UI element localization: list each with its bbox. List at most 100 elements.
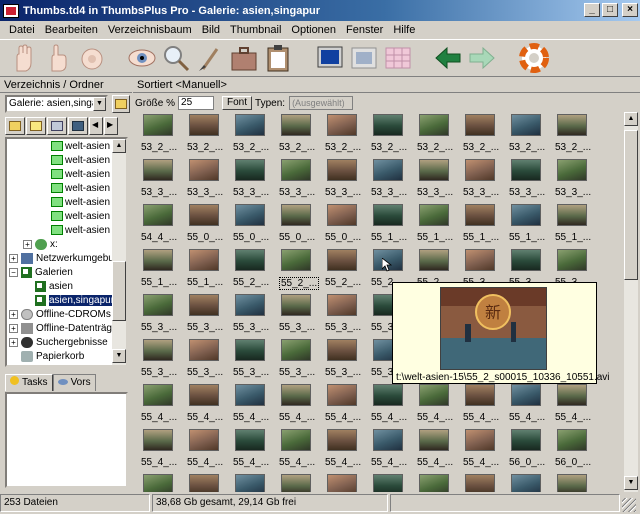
thumbnail-item[interactable]: 53_3_...	[417, 159, 463, 204]
eye-icon[interactable]	[126, 42, 158, 74]
thumbnail-item[interactable]: 55_1_...	[509, 204, 555, 249]
thumbnail-item[interactable]: 55_3_...	[233, 339, 279, 384]
thumbnail-item[interactable]: 53_3_...	[509, 159, 555, 204]
thumbnail-item[interactable]: 53_3_...	[463, 159, 509, 204]
tree-item-offline-disks[interactable]: + Offline-Datenträger	[9, 322, 121, 335]
scroll-down-button[interactable]: ▼	[112, 349, 126, 363]
menu-bearbeiten[interactable]: Bearbeiten	[40, 24, 103, 36]
thumbnail-item[interactable]: 53_2_...	[371, 114, 417, 159]
computer-icon[interactable]	[47, 117, 67, 135]
tab-tasks[interactable]: Tasks	[5, 374, 53, 391]
thumbnail-item[interactable]: 53_2_...	[463, 114, 509, 159]
tree-item-recycle-bin[interactable]: Papierkorb	[21, 350, 84, 363]
scroll-thumb[interactable]	[112, 261, 126, 321]
tree-item-gallery-asien-singapur[interactable]: asien,singapur	[35, 294, 115, 307]
thumbnail-item[interactable]: 55_3_...	[141, 294, 187, 339]
title-bar[interactable]: Thumbs.td4 in ThumbsPlus Pro - Galerie: …	[0, 0, 640, 21]
menu-thumbnail[interactable]: Thumbnail	[225, 24, 286, 36]
menu-datei[interactable]: Datei	[4, 24, 40, 36]
thumbnail-item[interactable]: 55_0_...	[371, 474, 417, 492]
arrow-forward-icon[interactable]	[466, 42, 498, 74]
tree-item-drive[interactable]: + x:	[23, 238, 58, 251]
thumbnail-item[interactable]: 55_0_...	[555, 474, 601, 492]
tree-item-network[interactable]: + Netzwerkumgebung	[9, 252, 125, 265]
home-folder-icon[interactable]	[5, 117, 25, 135]
hand-open-icon[interactable]	[8, 42, 40, 74]
thumbnail-item[interactable]: 53_2_...	[279, 114, 325, 159]
resize-grip-icon[interactable]	[622, 498, 636, 512]
tree-item[interactable]: welt-asien	[51, 210, 110, 223]
clipboard-icon[interactable]	[262, 42, 294, 74]
thumbnail-item[interactable]: 55_0_...	[279, 204, 325, 249]
thumbnail-item[interactable]: 55_4_...	[463, 429, 509, 474]
thumbnail-item[interactable]: 55_0_...	[187, 204, 233, 249]
thumbnail-item[interactable]: 55_1_...	[417, 204, 463, 249]
thumbnail-item[interactable]: 55_0_...	[279, 474, 325, 492]
tree-item-galleries[interactable]: − Galerien	[9, 266, 73, 279]
thumbnail-item[interactable]: 55_4_...	[141, 429, 187, 474]
thumbnail-item[interactable]: 55_4_...	[325, 384, 371, 429]
thumbnail-item[interactable]: 53_2_...	[233, 114, 279, 159]
thumbnail-item[interactable]: 55_0_...	[417, 474, 463, 492]
maximize-button[interactable]: □	[602, 3, 618, 17]
thumbnail-item[interactable]: 55_3_...	[279, 294, 325, 339]
tree-item[interactable]: welt-asien	[51, 140, 110, 153]
tree-item-gallery-asien[interactable]: asien	[35, 280, 73, 293]
expand-icon[interactable]: +	[9, 323, 18, 333]
briefcase-icon[interactable]	[228, 42, 260, 74]
thumbnail-item[interactable]: 55_0_...	[187, 474, 233, 492]
thumbnail-item[interactable]: 55_4_...	[279, 429, 325, 474]
menu-verzeichnisbaum[interactable]: Verzeichnisbaum	[103, 24, 197, 36]
expand-icon[interactable]: +	[9, 309, 18, 319]
folder-up-button[interactable]	[112, 95, 130, 113]
scroll-left-button[interactable]: ◀	[89, 117, 103, 135]
thumbnail-item[interactable]: 53_3_...	[187, 159, 233, 204]
collapse-icon[interactable]: −	[9, 267, 18, 277]
thumbnail-item[interactable]: 55_4_...	[371, 384, 417, 429]
thumbnail-item[interactable]: 55_4_...	[463, 384, 509, 429]
thumbnail-item[interactable]: 55_2_...	[279, 249, 325, 294]
thumbnail-item[interactable]: 53_3_...	[371, 159, 417, 204]
tree-item[interactable]: welt-asien	[51, 224, 110, 237]
scroll-up-button[interactable]: ▲	[624, 112, 638, 126]
thumbnail-item[interactable]: 53_2_...	[555, 114, 601, 159]
app-icon[interactable]	[3, 3, 19, 18]
thumbnail-item[interactable]: 55_4_...	[325, 429, 371, 474]
thumbnail-item[interactable]: 53_3_...	[325, 159, 371, 204]
thumbnail-item[interactable]: 55_4_...	[417, 384, 463, 429]
chevron-down-icon[interactable]: ▼	[93, 97, 106, 111]
folder-tree[interactable]: welt-asien welt-asien welt-asien welt-as…	[5, 137, 128, 367]
thumbnail-item[interactable]: 55_1_...	[187, 249, 233, 294]
thumbnail-item[interactable]: 55_3_...	[141, 339, 187, 384]
menu-optionen[interactable]: Optionen	[286, 24, 341, 36]
minimize-button[interactable]: _	[584, 3, 600, 17]
thumbnail-item[interactable]: 54_4_...	[141, 204, 187, 249]
arrow-back-icon[interactable]	[432, 42, 464, 74]
types-select[interactable]: (Ausgewählt)	[289, 96, 354, 110]
tree-item-offline-cdroms[interactable]: + Offline-CDROMs	[9, 308, 111, 321]
tab-preview[interactable]: Vors	[52, 374, 96, 391]
monitor-icon[interactable]	[314, 42, 346, 74]
tree-item[interactable]: welt-asien	[51, 154, 110, 167]
thumbnail-item[interactable]: 55_3_...	[325, 339, 371, 384]
thumbnail-item[interactable]: 55_0_...	[141, 474, 187, 492]
thumbnail-item[interactable]: 55_3_...	[325, 294, 371, 339]
thumbnail-item[interactable]: 53_2_...	[141, 114, 187, 159]
thumbnail-item[interactable]: 55_4_...	[279, 384, 325, 429]
menu-bild[interactable]: Bild	[197, 24, 225, 36]
thumbnail-item[interactable]: 55_0_...	[233, 204, 279, 249]
font-button[interactable]: Font	[222, 96, 253, 110]
thumbnail-item[interactable]: 55_1_...	[141, 249, 187, 294]
thumbnail-item[interactable]: 53_3_...	[233, 159, 279, 204]
tree-item[interactable]: welt-asien	[51, 182, 110, 195]
thumbnail-item[interactable]: 53_2_...	[187, 114, 233, 159]
close-button[interactable]: ×	[622, 3, 638, 17]
thumbnail-item[interactable]: 55_0_...	[509, 474, 555, 492]
thumbnail-item[interactable]: 53_2_...	[417, 114, 463, 159]
size-spinner[interactable]: 25	[178, 96, 215, 110]
thumbnail-item[interactable]: 55_4_...	[555, 384, 601, 429]
expand-icon[interactable]: +	[9, 253, 18, 263]
gallery-combobox[interactable]: Galerie: asien,singap ▼	[5, 95, 108, 113]
thumbnail-item[interactable]: 56_0_...	[509, 429, 555, 474]
grid-scrollbar[interactable]: ▲ ▼	[624, 112, 638, 492]
